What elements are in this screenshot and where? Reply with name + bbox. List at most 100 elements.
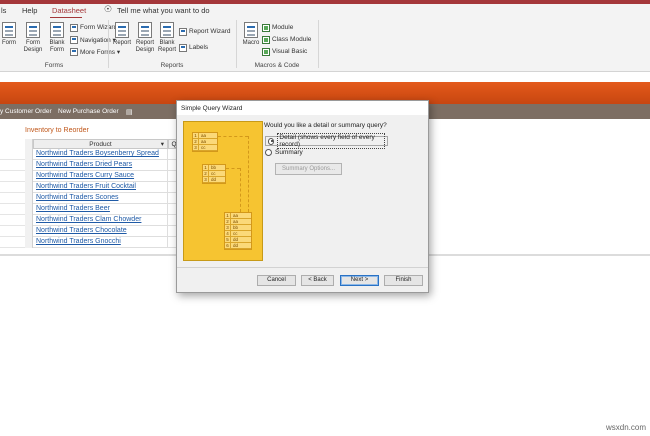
grid-left-cell bbox=[0, 215, 25, 226]
art-connector bbox=[240, 168, 241, 212]
art-connector bbox=[226, 168, 240, 169]
menu-tools[interactable]: ls bbox=[1, 6, 6, 15]
module-button[interactable]: Module bbox=[262, 22, 293, 33]
grid-row-selector[interactable] bbox=[25, 171, 33, 182]
grid-left-cell bbox=[0, 182, 25, 193]
new-purchase-order-link[interactable]: New Purchase Order bbox=[58, 108, 119, 115]
blank-report-icon bbox=[160, 22, 174, 38]
report-design-button[interactable]: Report Design bbox=[134, 22, 156, 54]
grid-row-selector[interactable] bbox=[25, 182, 33, 193]
detail-radio[interactable]: Detail (shows every field of every recor… bbox=[265, 133, 388, 149]
art-row-value: dd bbox=[233, 243, 239, 248]
art-connector bbox=[218, 136, 248, 137]
menu-datasheet[interactable]: Datasheet bbox=[52, 6, 86, 15]
macro-button[interactable]: Macro bbox=[240, 22, 262, 47]
more-forms-icon bbox=[70, 47, 78, 56]
wizard-illustration: 1 aa 2 aa 3 cc 1 bb 2 cc 3 dd 1 aa 2 aa 3 bb 4 cc 5 dd 6 dd bbox=[183, 121, 263, 261]
menu-help[interactable]: Help bbox=[22, 6, 37, 15]
report-button[interactable]: Report bbox=[111, 22, 133, 47]
table-row: Northwind Traders Boysenberry Spread bbox=[33, 149, 168, 160]
grid-row-selector[interactable] bbox=[25, 160, 33, 171]
product-link[interactable]: Northwind Traders Dried Pears bbox=[36, 161, 132, 168]
art-table-row: 6 dd bbox=[225, 243, 251, 249]
grid-row-selector[interactable] bbox=[25, 237, 33, 248]
grid-left-cell bbox=[0, 193, 25, 204]
back-button[interactable]: < Back bbox=[301, 275, 334, 286]
clipboard-icon[interactable]: ▤ bbox=[126, 108, 133, 116]
simple-query-wizard-dialog: Simple Query Wizard 1 aa 2 aa 3 cc 1 bb 2 cc 3 dd … bbox=[176, 100, 429, 293]
art-connector bbox=[248, 136, 249, 212]
grid-left-cell bbox=[0, 171, 25, 182]
class-module-icon bbox=[262, 35, 270, 44]
radio-unselected-icon bbox=[265, 149, 272, 156]
product-link[interactable]: Northwind Traders Boysenberry Spread bbox=[36, 150, 159, 157]
product-link[interactable]: Northwind Traders Chocolate bbox=[36, 227, 127, 234]
product-link[interactable]: Northwind Traders Beer bbox=[36, 205, 110, 212]
product-link[interactable]: Northwind Traders Curry Sauce bbox=[36, 172, 134, 179]
labels-button[interactable]: Labels bbox=[179, 42, 208, 53]
new-customer-order-link[interactable]: y Customer Order bbox=[0, 108, 52, 115]
grid-row-selector[interactable] bbox=[25, 226, 33, 237]
art-row-value: cc bbox=[233, 231, 238, 236]
table-row: Northwind Traders Beer bbox=[33, 204, 168, 215]
macro-icon bbox=[244, 22, 258, 38]
grid-left-cell bbox=[0, 149, 25, 160]
dialog-separator bbox=[177, 267, 428, 268]
form-design-button-visual[interactable]: Form Design bbox=[22, 22, 44, 54]
product-link[interactable]: Northwind Traders Clam Chowder bbox=[36, 216, 141, 223]
watermark: wsxdn.com bbox=[605, 423, 646, 432]
art-table-1: 1 aa 2 aa 3 cc bbox=[192, 132, 218, 152]
art-row-value: aa bbox=[233, 219, 239, 224]
art-row-value: dd bbox=[211, 177, 217, 182]
group-separator bbox=[236, 20, 237, 68]
art-table-3: 1 aa 2 aa 3 bb 4 cc 5 dd 6 dd bbox=[224, 212, 252, 250]
grid-left-cell bbox=[0, 237, 25, 248]
ribbon: Form Form Design Blank Form Form Wizard … bbox=[0, 18, 650, 72]
visual-basic-button[interactable]: Visual Basic bbox=[262, 46, 307, 57]
grid-row-selector[interactable] bbox=[25, 193, 33, 204]
cancel-button[interactable]: Cancel bbox=[257, 275, 296, 286]
form-design-icon bbox=[26, 22, 40, 38]
art-row-value: aa bbox=[201, 139, 207, 144]
next-button[interactable]: Next > bbox=[340, 275, 379, 286]
table-row: Northwind Traders Scones bbox=[33, 193, 168, 204]
art-table-2: 1 bb 2 cc 3 dd bbox=[202, 164, 226, 184]
navigation-icon bbox=[70, 35, 78, 44]
labels-icon bbox=[179, 43, 187, 52]
art-table-row: 3 cc bbox=[193, 145, 217, 151]
report-wizard-button[interactable]: Report Wizard bbox=[179, 26, 231, 37]
art-row-value: dd bbox=[233, 237, 239, 242]
art-row-value: cc bbox=[201, 145, 206, 150]
product-link[interactable]: Northwind Traders Gnocchi bbox=[36, 238, 121, 245]
chevron-down-icon[interactable]: ▾ bbox=[161, 140, 164, 149]
art-row-value: aa bbox=[233, 213, 239, 218]
reports-group-label: Reports bbox=[160, 62, 184, 69]
grid-row-selector[interactable] bbox=[25, 215, 33, 226]
grid-row-selector[interactable] bbox=[25, 149, 33, 160]
class-module-button[interactable]: Class Module bbox=[262, 34, 311, 45]
grid-left-cell bbox=[0, 204, 25, 215]
product-link[interactable]: Northwind Traders Scones bbox=[36, 194, 118, 201]
grid-left-cell bbox=[0, 226, 25, 237]
tell-me-search[interactable]: Tell me what you want to do bbox=[117, 6, 210, 15]
macros-group-label: Macros & Code bbox=[254, 62, 300, 69]
table-row: Northwind Traders Curry Sauce bbox=[33, 171, 168, 182]
art-table-row: 3 dd bbox=[203, 177, 225, 183]
grid-row-selector[interactable] bbox=[25, 204, 33, 215]
blank-form-button[interactable]: Blank Form bbox=[46, 22, 68, 54]
blank-form-icon bbox=[50, 22, 64, 38]
blank-report-button[interactable]: Blank Report bbox=[156, 22, 178, 54]
product-link[interactable]: Northwind Traders Fruit Cocktail bbox=[36, 183, 136, 190]
forms-group-label: Forms bbox=[44, 62, 64, 69]
module-icon bbox=[262, 23, 270, 32]
finish-button[interactable]: Finish bbox=[384, 275, 423, 286]
table-row: Northwind Traders Clam Chowder bbox=[33, 215, 168, 226]
report-wizard-icon bbox=[179, 27, 187, 36]
more-forms-button[interactable]: More Forms ▾ bbox=[70, 46, 120, 57]
product-column-header[interactable]: Product ▾ bbox=[33, 139, 168, 149]
visual-basic-icon bbox=[262, 47, 270, 56]
summary-options-button[interactable]: Summary Options... bbox=[275, 163, 342, 175]
grid-row-selector-header[interactable] bbox=[25, 139, 33, 149]
summary-radio[interactable]: Summary bbox=[265, 149, 303, 156]
art-row-value: bb bbox=[211, 165, 217, 170]
